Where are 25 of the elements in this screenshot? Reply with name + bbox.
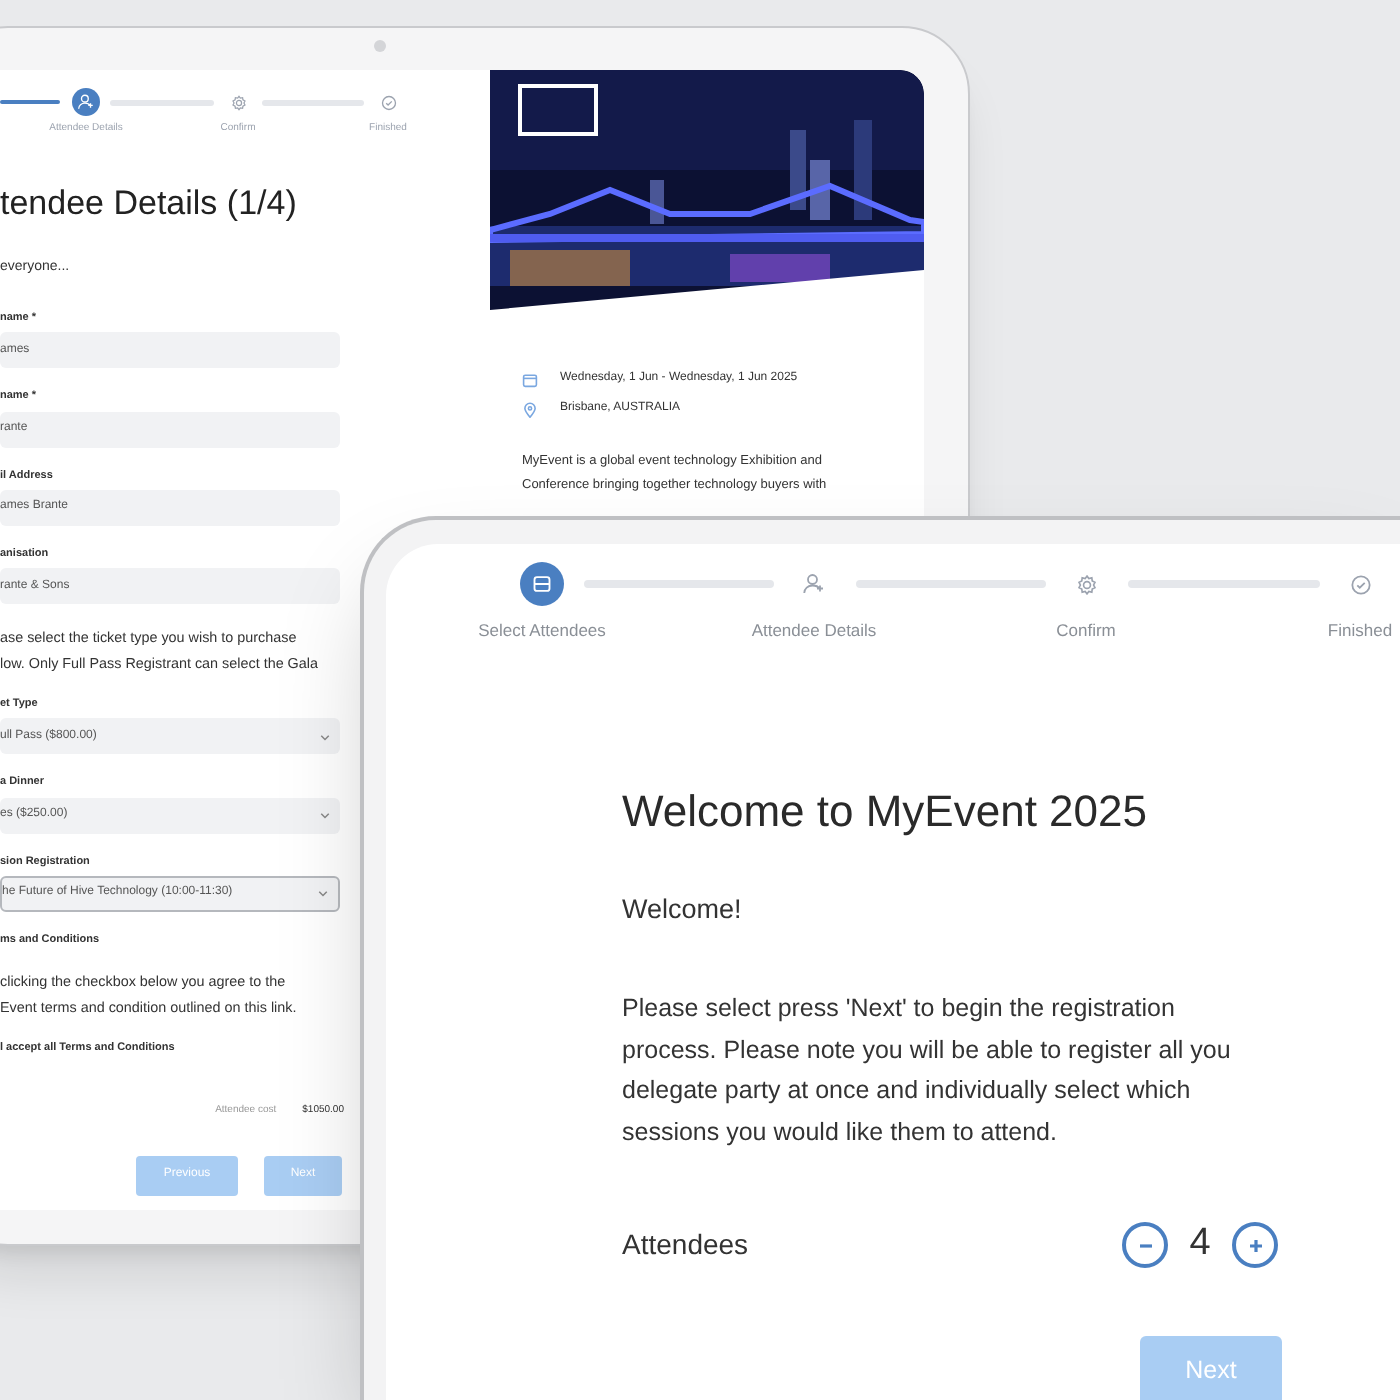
greeting-text: Welcome! <box>622 892 742 928</box>
welcome-title: Welcome to MyEvent 2025 <box>622 784 1147 840</box>
plus-button[interactable] <box>1232 1222 1278 1268</box>
step-label: Finished <box>1327 618 1393 644</box>
user-plus-icon <box>802 572 826 596</box>
chevron-down-icon <box>320 731 330 742</box>
step-connector <box>0 100 60 104</box>
step-indicator[interactable] <box>520 562 564 606</box>
step-label: Confirm <box>1056 618 1116 644</box>
plus-icon <box>1245 1235 1265 1255</box>
minus-button[interactable] <box>1122 1222 1168 1268</box>
chevron-down-icon <box>320 810 330 820</box>
form-title: tendee Details (1/4) <box>0 182 297 226</box>
welcome-message: Please select press 'Next' to begin the registration process. Please note you will be able to register all you delegate party at once and individually select which sessions you would like them to attend. <box>622 992 1231 1150</box>
location-pin-icon <box>522 401 538 417</box>
check-circle-icon <box>1349 573 1371 595</box>
attendees-label: Attendees <box>622 1226 749 1264</box>
gear-icon <box>1075 573 1097 595</box>
attendee-count: 4 <box>1187 1220 1213 1269</box>
step-indicator[interactable] <box>72 88 100 116</box>
step-label: Select Attendees <box>478 618 606 644</box>
calendar-icon <box>522 371 538 387</box>
layout-icon <box>532 574 552 594</box>
step-label: Attendee Details <box>751 618 877 644</box>
chevron-down-icon <box>318 888 328 899</box>
